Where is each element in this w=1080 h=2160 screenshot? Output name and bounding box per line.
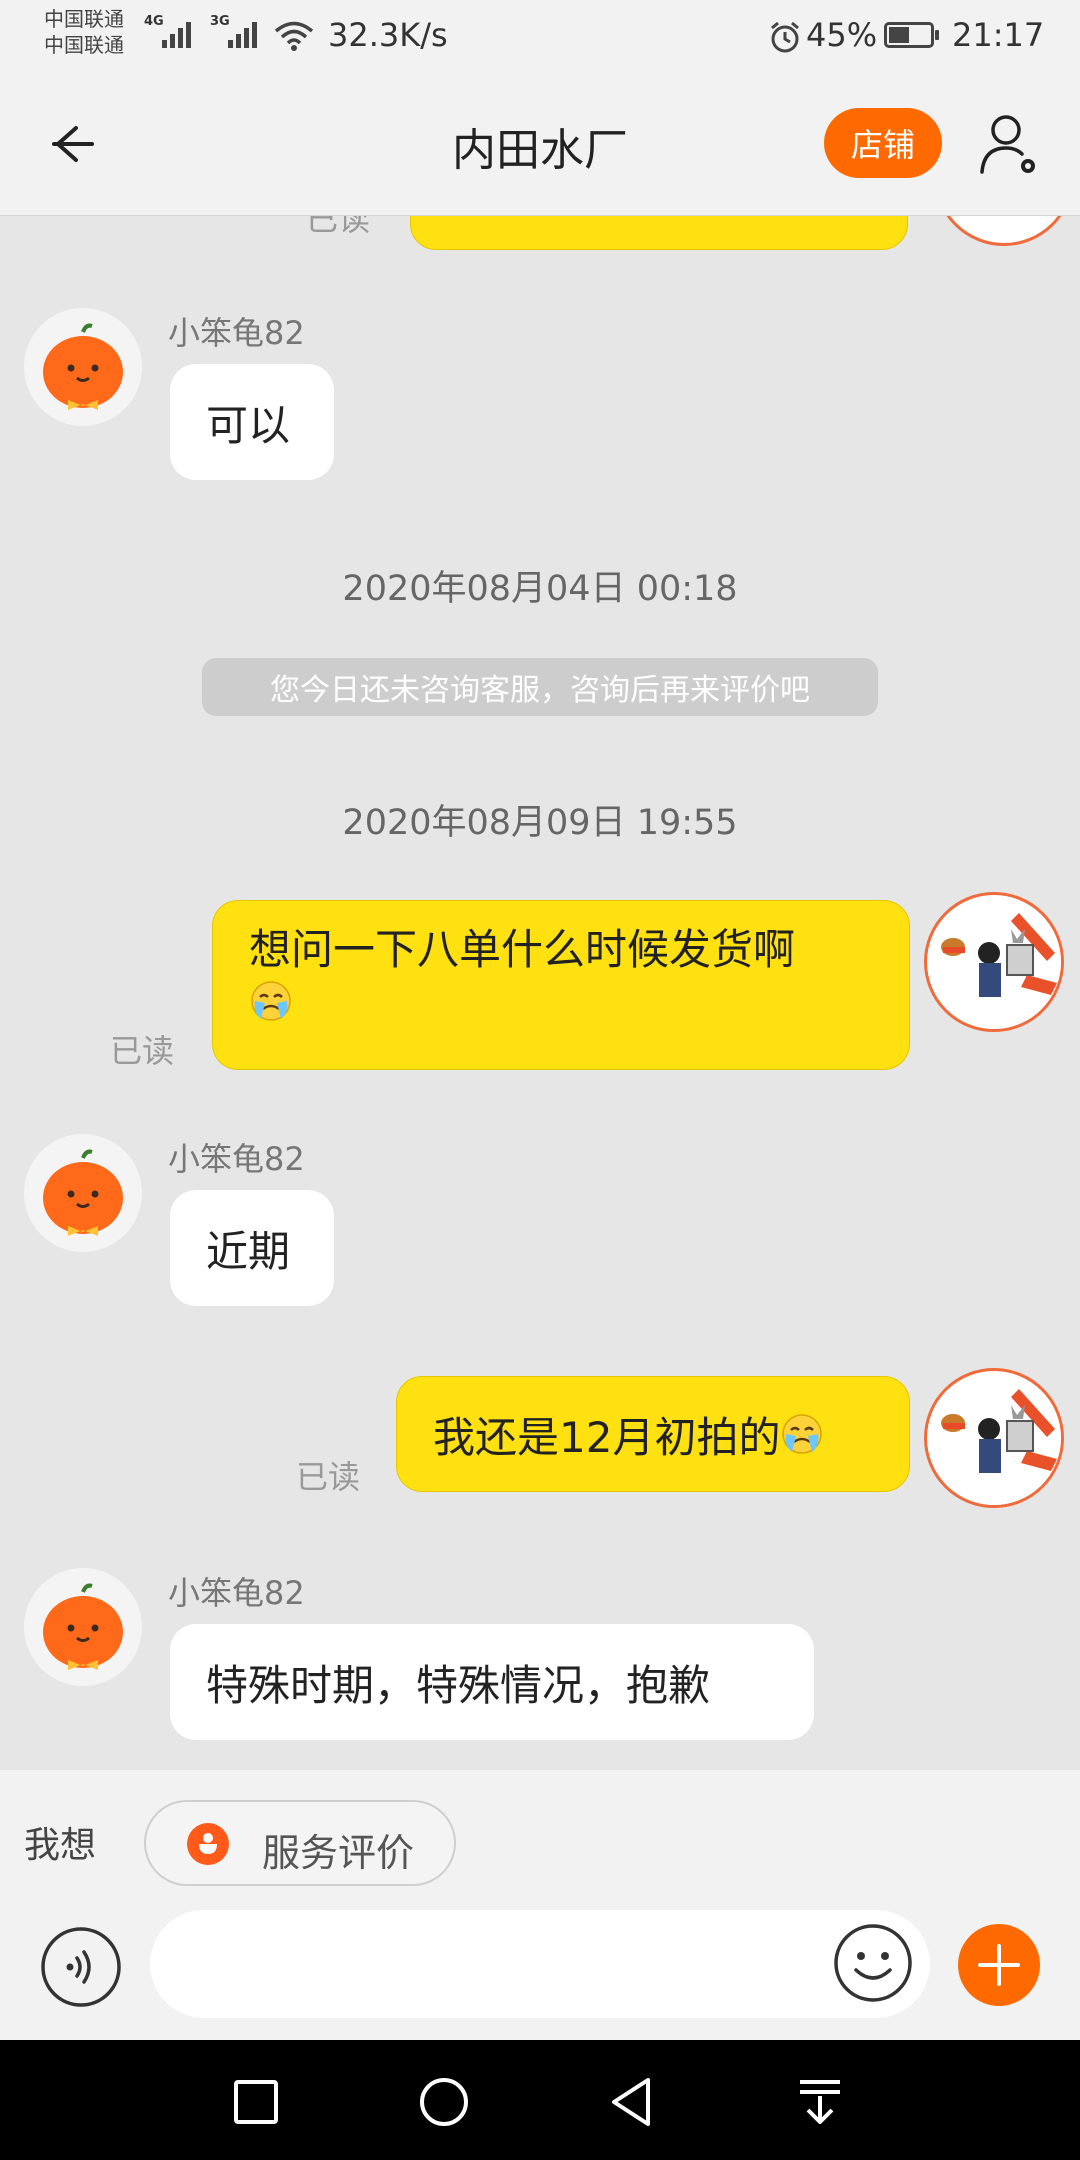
alarm-icon — [771, 21, 799, 53]
rating-icon — [187, 1823, 229, 1865]
message-text: 想问一下八单什么时候发货啊 — [249, 925, 796, 974]
read-receipt: 已读 — [296, 1458, 361, 1496]
clock: 21:17 — [952, 16, 1045, 54]
network-speed: 32.3K/s — [328, 16, 448, 54]
message-bubble-incoming[interactable]: 可以 — [170, 364, 334, 480]
crying-emoji-icon — [251, 981, 291, 1021]
quick-reply-label: 我想 — [24, 1825, 97, 1866]
battery-icon — [884, 22, 939, 48]
recent-apps-icon[interactable] — [228, 2074, 284, 2130]
user-avatar[interactable] — [924, 1368, 1064, 1508]
emoji-icon[interactable] — [832, 1922, 914, 2004]
wifi-icon — [274, 21, 314, 51]
message-bubble-outgoing[interactable]: 想问一下八单什么时候发货啊 — [212, 900, 910, 1070]
notification-pull-icon[interactable] — [792, 2074, 848, 2130]
pumpkin-avatar-icon — [43, 1583, 123, 1670]
seller-avatar[interactable] — [24, 1134, 142, 1252]
home-icon[interactable] — [416, 2074, 472, 2130]
carrier-labels: 中国联通 中国联通 — [44, 6, 124, 58]
message-text: 我还是12月初拍的 — [433, 1412, 781, 1462]
message-text: 可以 — [206, 400, 291, 450]
pumpkin-avatar-icon — [43, 323, 123, 410]
pumpkin-avatar-icon — [43, 1149, 123, 1236]
message-bubble-incoming[interactable]: 近期 — [170, 1190, 334, 1306]
sender-name: 小笨龟82 — [168, 1140, 305, 1178]
voice-icon[interactable] — [40, 1926, 122, 2008]
read-receipt: 已读 — [306, 216, 371, 238]
signal-icon — [162, 18, 191, 48]
timestamp: 2020年08月09日 19:55 — [342, 803, 738, 843]
system-nav-bar — [0, 2040, 1080, 2160]
carrier-1: 中国联通 — [44, 7, 124, 31]
plus-button[interactable] — [958, 1924, 1040, 2006]
user-avatar-image — [931, 1375, 1061, 1505]
user-avatar-image — [931, 899, 1061, 1029]
read-receipt: 已读 — [110, 1032, 175, 1070]
chat-header: 内田水厂 店铺 — [0, 70, 1080, 216]
message-text: 近期 — [206, 1226, 291, 1276]
message-bubble-incoming[interactable]: 特殊时期，特殊情况，抱歉 — [170, 1624, 814, 1740]
sender-name: 小笨龟82 — [168, 1574, 305, 1612]
timestamp: 2020年08月04日 00:18 — [342, 569, 738, 609]
battery-percent: 45% — [806, 16, 878, 54]
sender-name: 小笨龟82 — [168, 314, 305, 352]
message-bubble-outgoing[interactable]: 我还是12月初拍的 — [396, 1376, 910, 1492]
seller-avatar[interactable] — [24, 308, 142, 426]
user-avatar[interactable] — [934, 216, 1074, 246]
message-text: 特殊时期，特殊情况，抱歉 — [206, 1660, 711, 1710]
back-icon[interactable] — [604, 2074, 660, 2130]
shop-button[interactable]: 店铺 — [824, 108, 942, 178]
user-settings-icon[interactable] — [976, 110, 1046, 180]
user-avatar[interactable] — [924, 892, 1064, 1032]
seller-avatar[interactable] — [24, 1568, 142, 1686]
status-bar: 中国联通 中国联通 4G 3G 32.3K/s 45% 21:17 — [0, 0, 1080, 70]
system-notice: 您今日还未咨询客服，咨询后再来评价吧 — [202, 658, 878, 716]
service-rating-chip[interactable]: 服务评价 — [144, 1800, 456, 1886]
message-bubble-outgoing-partial[interactable] — [410, 216, 908, 250]
quick-chip-label: 服务评价 — [262, 1831, 415, 1875]
crying-emoji-icon — [782, 1414, 823, 1454]
network-type-2: 3G — [210, 14, 230, 29]
message-input[interactable] — [150, 1910, 930, 2018]
quick-reply-bar: 我想 服务评价 — [0, 1770, 1080, 1900]
chat-messages[interactable]: 已读 小笨龟82 可以 2020年08月04日 00:18 您今日还未咨询客服，… — [0, 216, 1080, 1770]
input-bar — [0, 1900, 1080, 2040]
network-type-1: 4G — [144, 14, 164, 29]
signal-icon — [228, 18, 257, 48]
carrier-2: 中国联通 — [44, 33, 124, 57]
plus-icon — [978, 1944, 1020, 1986]
